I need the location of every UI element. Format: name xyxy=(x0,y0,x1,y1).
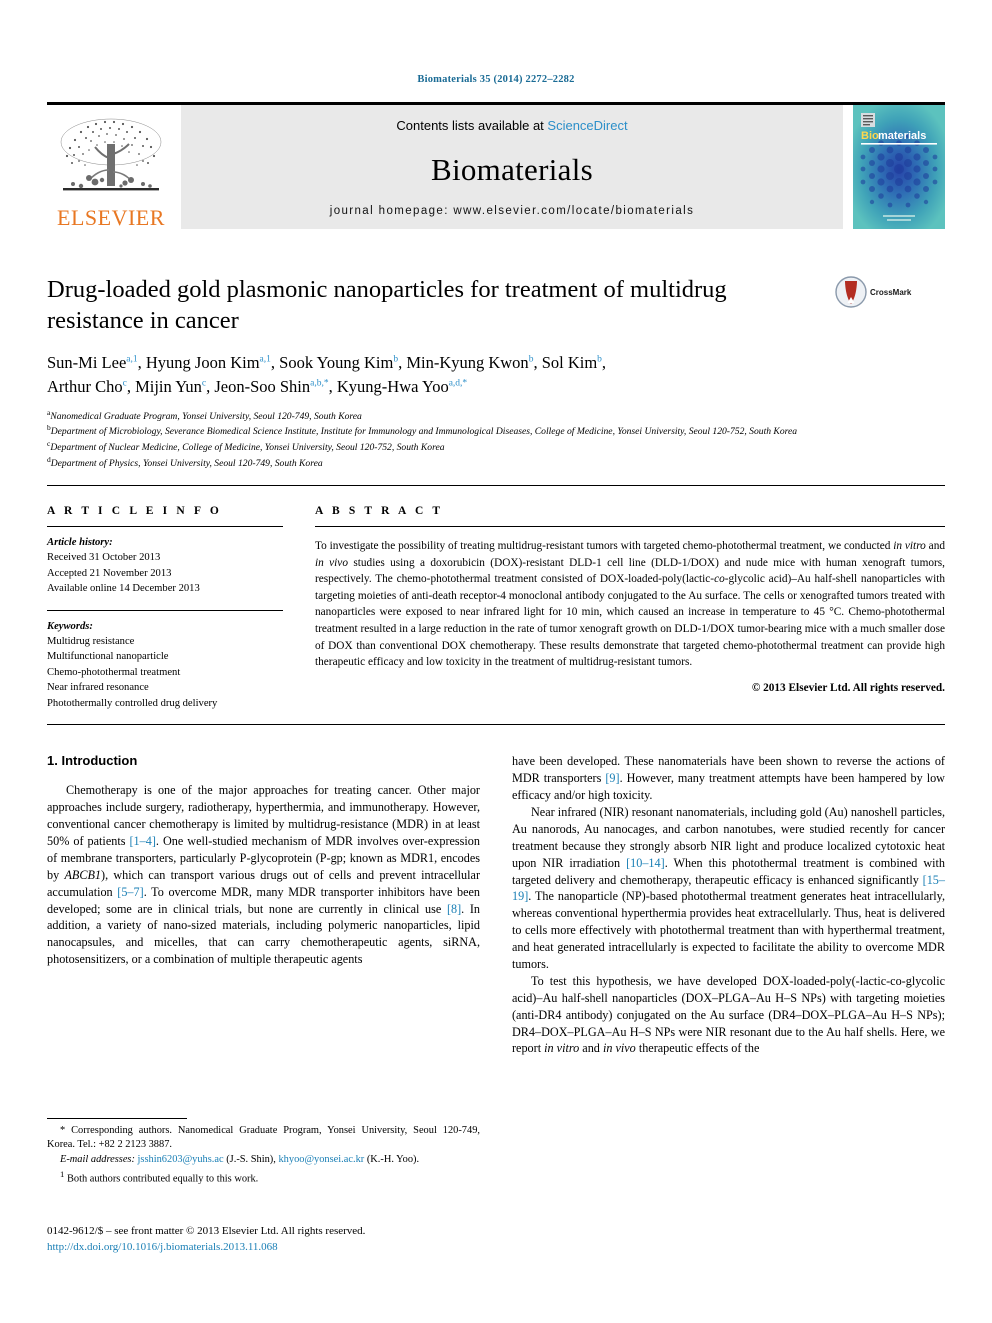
divider-below-abstract xyxy=(47,724,945,726)
journal-banner-center: Contents lists available at ScienceDirec… xyxy=(181,105,843,229)
journal-banner: ELSEVIER Contents lists available at Sci… xyxy=(47,102,945,229)
doi-link[interactable]: http://dx.doi.org/10.1016/j.biomaterials… xyxy=(47,1240,647,1256)
journal-cover-image: Bio materials xyxy=(853,105,945,229)
author-line-2: Arthur Choc, Mijin Yunc, Jeon-Soo Shina,… xyxy=(47,376,468,396)
article-history-block: Article history: Received 31 October 201… xyxy=(47,535,283,597)
intro-paragraph-4: To test this hypothesis, we have develop… xyxy=(512,973,945,1056)
abstract-text: To investigate the possibility of treati… xyxy=(315,540,946,669)
elsevier-wordmark: ELSEVIER xyxy=(57,205,165,230)
keywords-block: Keywords: Multidrug resistance Multifunc… xyxy=(47,619,283,712)
email-link-2[interactable]: khyoo@yonsei.ac.kr xyxy=(278,1154,364,1165)
keywords-label: Keywords: xyxy=(47,620,93,632)
journal-homepage[interactable]: journal homepage: www.elsevier.com/locat… xyxy=(330,205,695,217)
divider-info-1 xyxy=(47,525,283,527)
divider-abstract xyxy=(315,525,945,527)
intro-paragraph-3: Near infrared (NIR) resonant nanomateria… xyxy=(512,804,945,971)
affiliation-list: aNanomedical Graduate Program, Yonsei Un… xyxy=(47,408,945,471)
paper-page: Biomaterials 35 (2014) 2272–2282 ELSEVIE… xyxy=(0,0,992,1323)
abstract-copyright: © 2013 Elsevier Ltd. All rights reserved… xyxy=(751,682,945,695)
title-row: Drug-loaded gold plasmonic nanoparticles… xyxy=(47,274,945,337)
equal-contribution-text: Both authors contributed equally to this… xyxy=(66,1173,259,1185)
article-info-column: A R T I C L E I N F O Article history: R… xyxy=(47,505,307,712)
intro-paragraph-1: Chemotherapy is one of the major approac… xyxy=(47,783,480,967)
author-list: Sun-Mi Leea,1, Hyung Joon Kima,1, Sook Y… xyxy=(47,351,945,399)
footnote-corresponding: * Corresponding authors. Nanomedical Gra… xyxy=(47,1125,480,1151)
footnote-emails: E-mail addresses: jsshin6203@yuhs.ac (J.… xyxy=(47,1153,480,1167)
divider-info-2 xyxy=(47,609,283,611)
cover-materials-text: materials xyxy=(878,130,926,142)
body-column-left: 1. Introduction Chemotherapy is one of t… xyxy=(47,753,480,1057)
journal-title: Biomaterials xyxy=(430,151,593,187)
body-columns: 1. Introduction Chemotherapy is one of t… xyxy=(47,753,945,1057)
footnote-equal-contribution: 1 Both authors contributed equally to th… xyxy=(47,1169,480,1187)
elsevier-tree-icon xyxy=(60,118,162,191)
keyword-5: Photothermally controlled drug delivery xyxy=(47,697,218,709)
running-head: Biomaterials 35 (2014) 2272–2282 xyxy=(417,74,575,85)
keyword-1: Multidrug resistance xyxy=(47,636,135,648)
crossmark-icon xyxy=(835,276,867,308)
elsevier-logo: ELSEVIER xyxy=(47,105,175,229)
article-info-heading: A R T I C L E I N F O xyxy=(47,504,222,517)
email-owner-2: (K.-H. Yoo). xyxy=(366,1153,420,1165)
contents-prefix: Contents lists available at xyxy=(396,118,548,133)
crossmark-badge[interactable]: CrossMark xyxy=(835,276,921,308)
footnote-marker-1: 1 xyxy=(60,1169,65,1180)
crossmark-label: CrossMark xyxy=(870,287,912,297)
affiliation-d: dDepartment of Physics, Yonsei Universit… xyxy=(47,454,323,470)
issn-line: 0142-9612/$ – see front matter © 2013 El… xyxy=(47,1225,366,1237)
keyword-3: Chemo-photothermal treatment xyxy=(47,666,181,678)
affiliation-c: cDepartment of Nuclear Medicine, College… xyxy=(47,439,445,454)
affiliation-b: bDepartment of Microbiology, Severance B… xyxy=(47,423,798,438)
page-title: Drug-loaded gold plasmonic nanoparticles… xyxy=(47,276,727,335)
page-content: Biomaterials 35 (2014) 2272–2282 ELSEVIE… xyxy=(47,0,945,1057)
email-link-1[interactable]: jsshin6203@yuhs.ac xyxy=(138,1154,224,1165)
abstract-heading: A B S T R A C T xyxy=(315,504,444,517)
issn-doi-block: 0142-9612/$ – see front matter © 2013 El… xyxy=(47,1224,647,1256)
intro-paragraph-2: have been developed. These nanomaterials… xyxy=(512,754,945,803)
history-accepted: Accepted 21 November 2013 xyxy=(47,567,172,579)
introduction-heading: 1. Introduction xyxy=(47,753,138,769)
journal-cover-thumbnail: Bio materials xyxy=(853,105,945,229)
keyword-2: Multifunctional nanoparticle xyxy=(47,651,169,663)
abstract-column: A B S T R A C T To investigate the possi… xyxy=(307,505,945,712)
body-column-right: have been developed. These nanomaterials… xyxy=(512,753,945,1057)
email-label: E-mail addresses: xyxy=(60,1153,135,1165)
keyword-4: Near infrared resonance xyxy=(47,682,149,694)
divider-above-info xyxy=(47,484,945,486)
affiliation-a: aNanomedical Graduate Program, Yonsei Un… xyxy=(47,407,362,422)
contents-available-line: Contents lists available at ScienceDirec… xyxy=(396,118,627,133)
history-online: Available online 14 December 2013 xyxy=(47,583,200,595)
cover-bio-text: Bio xyxy=(861,130,879,142)
footnote-divider xyxy=(47,1118,187,1119)
history-received: Received 31 October 2013 xyxy=(47,552,161,564)
author-line-1: Sun-Mi Leea,1, Hyung Joon Kima,1, Sook Y… xyxy=(47,352,607,372)
article-history-label: Article history: xyxy=(47,536,113,548)
sciencedirect-link[interactable]: ScienceDirect xyxy=(547,118,627,133)
footnote-block: * Corresponding authors. Nanomedical Gra… xyxy=(47,1118,480,1187)
info-abstract-row: A R T I C L E I N F O Article history: R… xyxy=(47,505,945,712)
email-owner-1: (J.-S. Shin), xyxy=(226,1153,276,1165)
